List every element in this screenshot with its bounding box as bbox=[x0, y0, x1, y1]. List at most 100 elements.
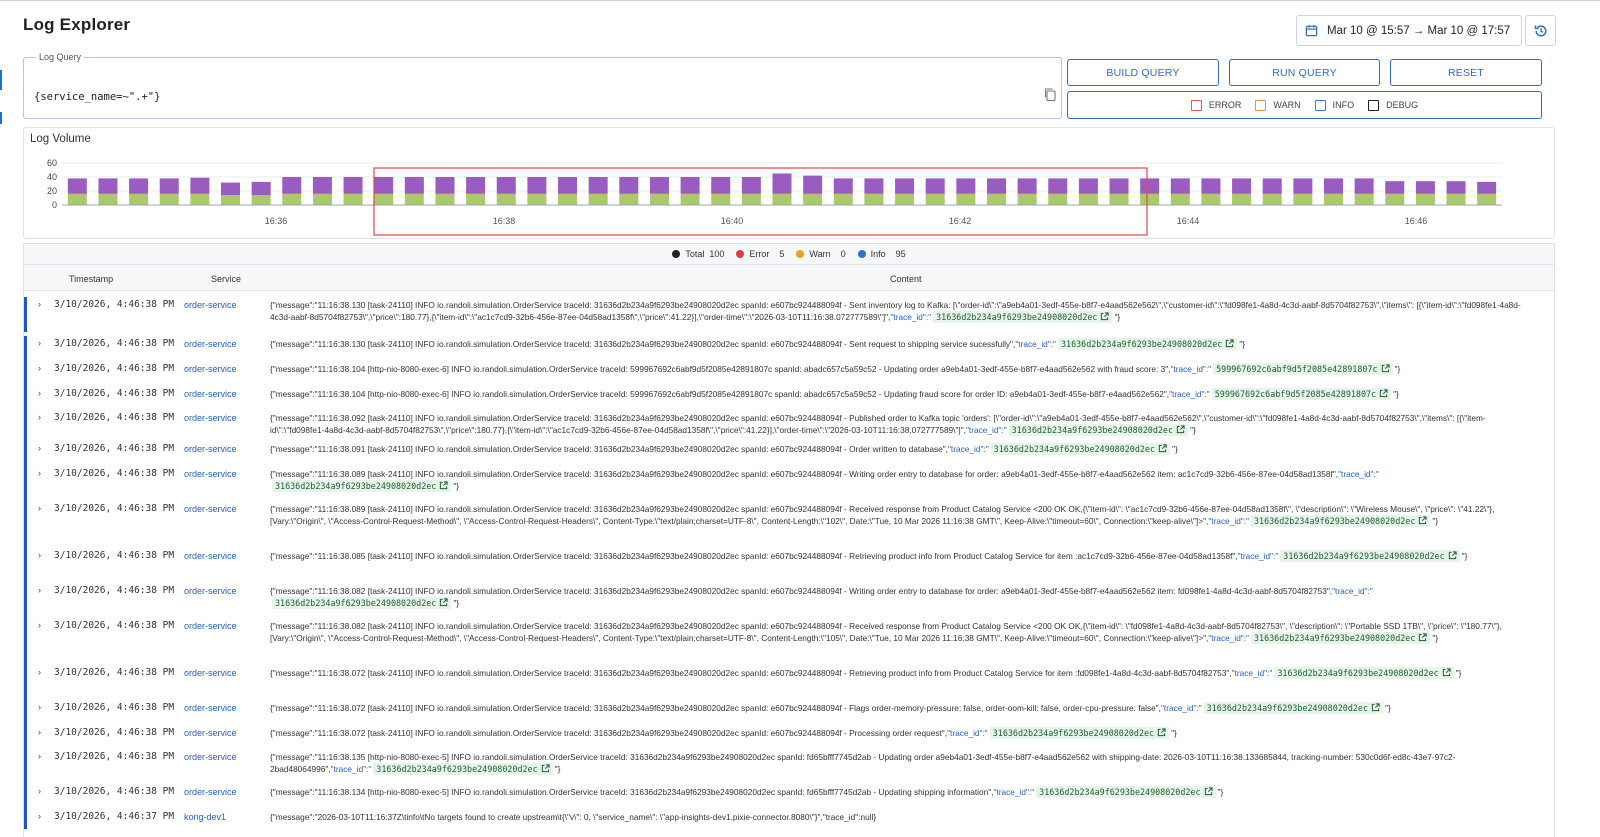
trace-id-chip[interactable]: 31636d2b234a9f6293be24908020d2ec bbox=[272, 480, 452, 493]
trace-id-chip[interactable]: 31636d2b234a9f6293be24908020d2ec bbox=[990, 443, 1171, 455]
row-service[interactable]: order-service bbox=[184, 469, 237, 479]
row-service[interactable]: kong-dev1 bbox=[184, 812, 226, 822]
expand-chevron-icon[interactable]: › bbox=[38, 620, 41, 630]
row-service[interactable]: order-service bbox=[184, 504, 237, 514]
trace-id-chip[interactable]: 31636d2b234a9f6293be24908020d2ec bbox=[1274, 667, 1454, 679]
external-link-icon[interactable] bbox=[1442, 668, 1451, 677]
table-row[interactable]: › 3/10/2026, 4:46:38 PM order-service {"mes… bbox=[24, 336, 1554, 361]
external-link-icon[interactable] bbox=[1418, 516, 1427, 525]
external-link-icon[interactable] bbox=[439, 598, 448, 607]
expand-chevron-icon[interactable]: › bbox=[38, 585, 41, 595]
expand-chevron-icon[interactable]: › bbox=[38, 702, 41, 712]
external-link-icon[interactable] bbox=[1204, 787, 1213, 796]
expand-chevron-icon[interactable]: › bbox=[38, 388, 41, 398]
expand-chevron-icon[interactable]: › bbox=[38, 751, 41, 761]
external-link-icon[interactable] bbox=[1157, 728, 1166, 737]
reset-button[interactable]: RESET bbox=[1390, 59, 1542, 86]
external-link-icon[interactable] bbox=[1225, 339, 1234, 348]
header-service[interactable]: Service bbox=[211, 274, 241, 284]
trace-id-chip[interactable]: 31636d2b234a9f6293be24908020d2ec bbox=[1203, 702, 1384, 714]
log-query-field[interactable]: Log Query {service_name=~".+"} bbox=[23, 52, 1062, 119]
table-row[interactable]: › 3/10/2026, 4:46:38 PM order-service {"mes… bbox=[24, 548, 1554, 583]
build-query-button[interactable]: BUILD QUERY bbox=[1067, 59, 1219, 86]
level-error-checkbox[interactable]: ERROR bbox=[1190, 99, 1241, 111]
row-service[interactable]: order-service bbox=[184, 621, 237, 631]
trace-id-chip[interactable]: 31636d2b234a9f6293be24908020d2ec bbox=[1280, 550, 1460, 562]
external-link-icon[interactable] bbox=[439, 481, 448, 490]
trace-id-chip[interactable]: 599967692c6abf9d5f2085e42891807c bbox=[1211, 388, 1392, 400]
table-row[interactable]: › 3/10/2026, 4:46:38 PM order-service {"mes… bbox=[24, 725, 1554, 749]
row-service[interactable]: order-service bbox=[184, 551, 237, 561]
copy-icon[interactable] bbox=[1043, 87, 1057, 102]
expand-chevron-icon[interactable]: › bbox=[38, 811, 41, 821]
header-content[interactable]: Content bbox=[890, 274, 922, 284]
external-link-icon[interactable] bbox=[1158, 444, 1167, 453]
table-row[interactable]: › 3/10/2026, 4:46:38 PM order-service {"mes… bbox=[24, 466, 1554, 501]
table-row[interactable]: › 3/10/2026, 4:46:38 PM order-service {"mes… bbox=[24, 361, 1554, 386]
table-row[interactable]: › 3/10/2026, 4:46:38 PM order-service {"mes… bbox=[24, 749, 1554, 784]
trace-id-chip[interactable]: 31636d2b234a9f6293be24908020d2ec bbox=[272, 597, 452, 610]
table-row[interactable]: › 3/10/2026, 4:46:38 PM order-service {"mes… bbox=[24, 297, 1554, 332]
expand-chevron-icon[interactable]: › bbox=[38, 443, 41, 453]
row-service[interactable]: order-service bbox=[184, 389, 237, 399]
trace-id-chip[interactable]: 31636d2b234a9f6293be24908020d2ec bbox=[373, 763, 553, 776]
row-service[interactable]: order-service bbox=[184, 413, 237, 423]
expand-chevron-icon[interactable]: › bbox=[38, 667, 41, 677]
table-row[interactable]: › 3/10/2026, 4:46:38 PM order-service {"mes… bbox=[24, 501, 1554, 548]
row-service[interactable]: order-service bbox=[184, 444, 237, 454]
expand-chevron-icon[interactable]: › bbox=[38, 550, 41, 560]
trace-id-chip[interactable]: 31636d2b234a9f6293be24908020d2ec bbox=[1057, 338, 1238, 350]
log-volume-chart[interactable]: 60 40 20 0 16:36 16:38 16:40 16:42 16:44 16:46 bbox=[24, 128, 1554, 238]
row-service[interactable]: order-service bbox=[184, 586, 237, 596]
external-link-icon[interactable] bbox=[541, 764, 550, 773]
external-link-icon[interactable] bbox=[1176, 425, 1185, 434]
log-query-input[interactable]: {service_name=~".+"} bbox=[34, 91, 160, 103]
trace-id-chip[interactable]: 31636d2b234a9f6293be24908020d2ec bbox=[1251, 515, 1431, 528]
expand-chevron-icon[interactable]: › bbox=[38, 338, 41, 348]
volume-bar bbox=[803, 175, 823, 194]
expand-chevron-icon[interactable]: › bbox=[38, 412, 41, 422]
run-query-button[interactable]: RUN QUERY bbox=[1229, 59, 1380, 86]
level-debug-checkbox[interactable]: DEBUG bbox=[1368, 99, 1418, 111]
table-row[interactable]: › 3/10/2026, 4:46:38 PM order-service {"mes… bbox=[24, 583, 1554, 618]
trace-id-chip[interactable]: 31636d2b234a9f6293be24908020d2ec bbox=[1008, 424, 1189, 437]
external-link-icon[interactable] bbox=[1381, 364, 1390, 373]
row-service[interactable]: order-service bbox=[184, 339, 237, 349]
level-warn-checkbox[interactable]: WARN bbox=[1255, 99, 1301, 111]
row-service[interactable]: order-service bbox=[184, 300, 237, 310]
level-info-checkbox[interactable]: INFO bbox=[1314, 99, 1354, 111]
row-service[interactable]: order-service bbox=[184, 728, 237, 738]
trace-id-chip[interactable]: 31636d2b234a9f6293be24908020d2ec bbox=[933, 311, 1113, 324]
row-service[interactable]: order-service bbox=[184, 752, 237, 762]
table-row[interactable]: › 3/10/2026, 4:46:38 PM order-service {"mes… bbox=[24, 386, 1554, 410]
expand-chevron-icon[interactable]: › bbox=[38, 503, 41, 513]
external-link-icon[interactable] bbox=[1418, 633, 1427, 642]
external-link-icon[interactable] bbox=[1100, 312, 1110, 321]
refresh-button[interactable] bbox=[1525, 15, 1556, 46]
external-link-icon[interactable] bbox=[1371, 703, 1380, 712]
row-service[interactable]: order-service bbox=[184, 703, 237, 713]
table-row[interactable]: › 3/10/2026, 4:46:38 PM order-service {"mes… bbox=[24, 618, 1554, 665]
table-row[interactable]: › 3/10/2026, 4:46:37 PM kong-dev1 {"message… bbox=[24, 809, 1554, 829]
external-link-icon[interactable] bbox=[1448, 551, 1457, 560]
trace-id-chip[interactable]: 31636d2b234a9f6293be24908020d2ec bbox=[1036, 786, 1216, 798]
row-service[interactable]: order-service bbox=[184, 364, 237, 374]
table-row[interactable]: › 3/10/2026, 4:46:38 PM order-service {"mes… bbox=[24, 441, 1554, 466]
row-service[interactable]: order-service bbox=[184, 668, 237, 678]
date-range-picker[interactable]: Mar 10 @ 15:57 → Mar 10 @ 17:57 bbox=[1296, 15, 1522, 46]
expand-chevron-icon[interactable]: › bbox=[38, 786, 41, 796]
expand-chevron-icon[interactable]: › bbox=[38, 727, 41, 737]
row-service[interactable]: order-service bbox=[184, 787, 237, 797]
table-row[interactable]: › 3/10/2026, 4:46:38 PM order-service {"mes… bbox=[24, 410, 1554, 441]
expand-chevron-icon[interactable]: › bbox=[38, 363, 41, 373]
trace-id-chip[interactable]: 31636d2b234a9f6293be24908020d2ec bbox=[1251, 632, 1431, 645]
trace-id-chip[interactable]: 31636d2b234a9f6293be24908020d2ec bbox=[989, 727, 1170, 739]
table-row[interactable]: › 3/10/2026, 4:46:38 PM order-service {"mes… bbox=[24, 784, 1554, 809]
expand-chevron-icon[interactable]: › bbox=[38, 468, 41, 478]
table-row[interactable]: › 3/10/2026, 4:46:38 PM order-service {"mes… bbox=[24, 700, 1554, 725]
trace-id-chip[interactable]: 599967692c6abf9d5f2085e42891807c bbox=[1213, 363, 1393, 375]
header-timestamp[interactable]: Timestamp bbox=[69, 274, 113, 284]
table-row[interactable]: › 3/10/2026, 4:46:38 PM order-service {"mes… bbox=[24, 665, 1554, 700]
external-link-icon[interactable] bbox=[1379, 389, 1388, 398]
expand-chevron-icon[interactable]: › bbox=[38, 299, 41, 309]
